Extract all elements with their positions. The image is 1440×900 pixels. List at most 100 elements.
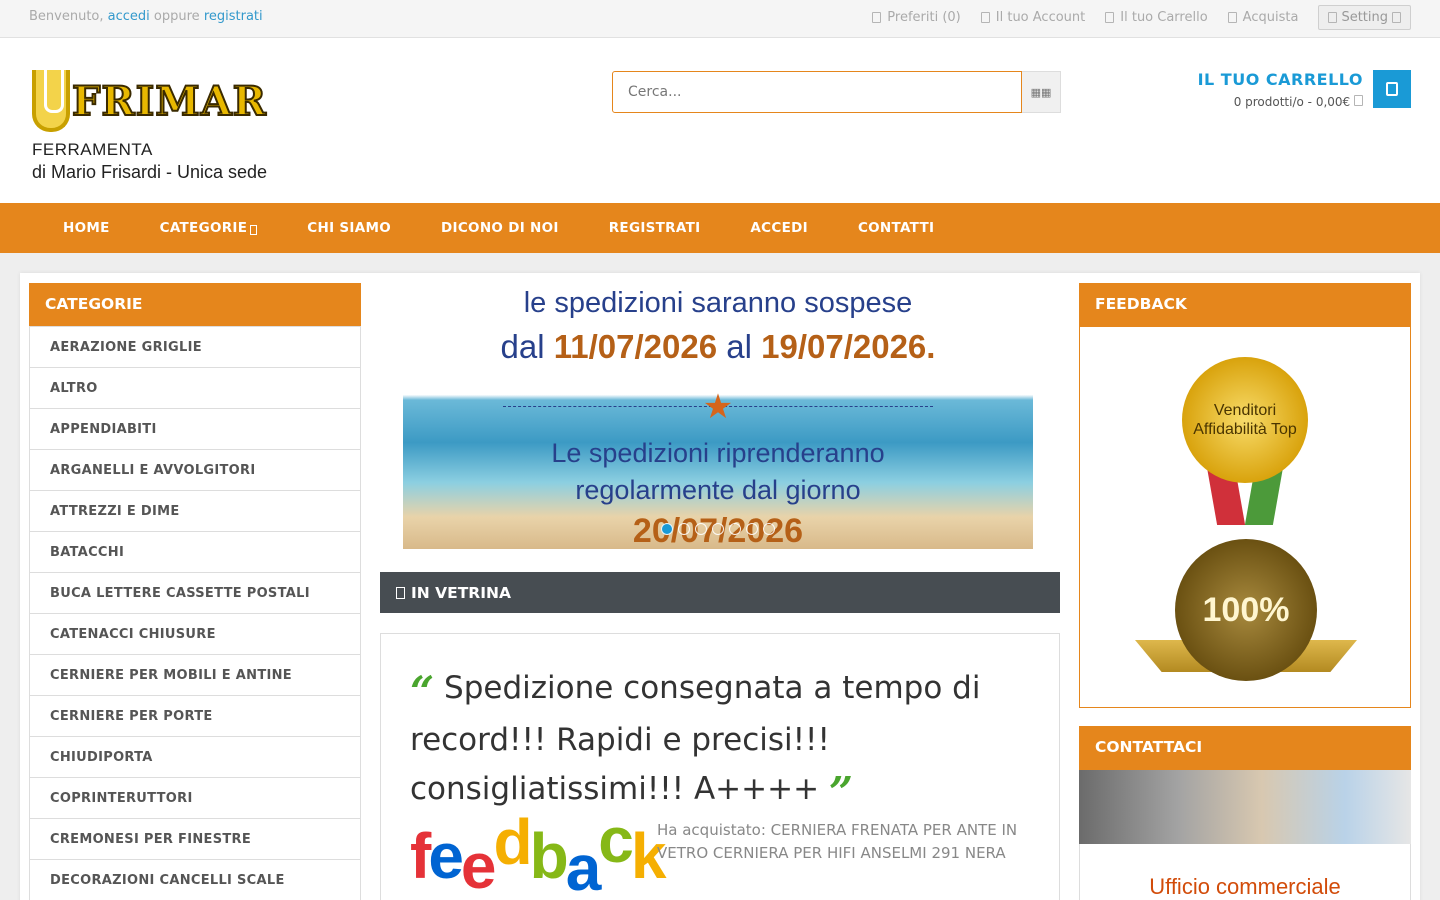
cart-link[interactable]: Il tuo Carrello xyxy=(1105,10,1208,25)
share-icon xyxy=(1227,12,1237,23)
categories-panel: CATEGORIE AERAZIONE GRIGLIE ALTRO APPEND… xyxy=(29,283,361,900)
shopping-cart-icon xyxy=(1386,82,1398,96)
category-item[interactable]: APPENDIABITI xyxy=(30,408,360,449)
slide-dal: dal xyxy=(500,328,545,365)
vetrina-title: IN VETRINA xyxy=(411,583,511,602)
nav-categorie[interactable]: CATEGORIE xyxy=(135,220,283,236)
category-item[interactable]: CREMONESI PER FINESTRE xyxy=(30,818,360,859)
category-item[interactable]: BATACCHI xyxy=(30,531,360,572)
category-item[interactable]: ATTREZZI E DIME xyxy=(30,490,360,531)
slider-dots xyxy=(403,523,1033,535)
slider-dot[interactable] xyxy=(712,523,724,535)
review-card: “ Spedizione consegnata a tempo di recor… xyxy=(380,633,1060,900)
heart-icon xyxy=(872,12,882,23)
logo-key-u-icon xyxy=(32,70,70,132)
header: FRIMAR FERRAMENTA di Mario Frisardi - Un… xyxy=(0,38,1440,203)
nav-categorie-label: CATEGORIE xyxy=(159,220,248,236)
wishlist-link[interactable]: Preferiti (0) xyxy=(872,10,961,25)
logo-brand: FRIMAR xyxy=(71,77,267,126)
contact-image[interactable] xyxy=(1079,770,1411,844)
hero-slider[interactable]: le spedizioni saranno sospese dal 11/07/… xyxy=(403,283,1033,549)
category-item[interactable]: CATENACCI CHIUSURE xyxy=(30,613,360,654)
cart-title: IL TUO CARRELLO xyxy=(1197,70,1363,89)
cart-widget[interactable]: IL TUO CARRELLO 0 prodotti/o - 0,00€ xyxy=(1198,70,1411,109)
logo-line2: di Mario Frisardi - Unica sede xyxy=(32,162,268,182)
main-content: CATEGORIE AERAZIONE GRIGLIE ALTRO APPEND… xyxy=(20,273,1420,900)
category-item[interactable]: AERAZIONE GRIGLIE xyxy=(30,326,360,367)
guarantee-badge-text: 100% xyxy=(1202,590,1290,629)
category-item[interactable]: ARGANELLI E AVVOLGITORI xyxy=(30,449,360,490)
wishlist-label: Preferiti (0) xyxy=(887,10,961,25)
top-bar: Benvenuto, accedi oppure registrati Pref… xyxy=(0,0,1440,38)
slider-dot[interactable] xyxy=(729,523,741,535)
logo-mark: FRIMAR xyxy=(32,68,278,134)
account-label: Il tuo Account xyxy=(995,10,1086,25)
checkout-label: Acquista xyxy=(1242,10,1299,25)
slide-line3: Le spedizioni riprenderanno regolarmente… xyxy=(403,435,1033,509)
login-link[interactable]: accedi xyxy=(108,9,150,24)
nav-dicono-di-noi[interactable]: DICONO DI NOI xyxy=(416,220,584,236)
category-item[interactable]: CERNIERE PER MOBILI E ANTINE xyxy=(30,654,360,695)
slider-dot[interactable] xyxy=(746,523,758,535)
register-link[interactable]: registrati xyxy=(204,9,263,24)
category-item[interactable]: DECORAZIONI CANCELLI SCALE xyxy=(30,859,360,900)
vetrina-header: IN VETRINA xyxy=(380,572,1060,613)
slide-date-from: 11/07/2026 xyxy=(553,328,718,365)
gear-icon xyxy=(1328,12,1338,23)
category-item[interactable]: CHIUDIPORTA xyxy=(30,736,360,777)
top-seller-badge: Venditori Affidabilità Top xyxy=(1182,357,1308,483)
user-icon xyxy=(980,12,990,23)
search-input[interactable] xyxy=(612,71,1022,113)
setting-label: Setting xyxy=(1341,10,1388,25)
bookmark-icon xyxy=(396,586,405,599)
nav-registrati[interactable]: REGISTRATI xyxy=(584,220,726,236)
top-links: Preferiti (0) Il tuo Account Il tuo Carr… xyxy=(872,5,1411,30)
cart-icon xyxy=(1105,12,1115,23)
cart-button[interactable] xyxy=(1373,70,1411,108)
cart-text: IL TUO CARRELLO 0 prodotti/o - 0,00€ xyxy=(1198,70,1363,109)
nav-home[interactable]: HOME xyxy=(38,220,135,236)
nav-accedi[interactable]: ACCEDI xyxy=(725,220,833,236)
categories-title: CATEGORIE xyxy=(29,283,361,326)
review-quote: “ Spedizione consegnata a tempo di recor… xyxy=(410,664,1030,817)
categories-list: AERAZIONE GRIGLIE ALTRO APPENDIABITI ARG… xyxy=(29,326,361,900)
contact-caption: Ufficio commerciale xyxy=(1079,844,1411,900)
setting-button[interactable]: Setting xyxy=(1318,5,1411,30)
caret-down-icon xyxy=(1392,12,1401,23)
checkout-link[interactable]: Acquista xyxy=(1227,10,1299,25)
category-item[interactable]: ALTRO xyxy=(30,367,360,408)
slide-line2: dal 11/07/2026 al 19/07/2026. xyxy=(403,328,1033,366)
cart-summary-text: 0 prodotti/o - 0,00€ xyxy=(1233,95,1351,109)
nav-chi-siamo[interactable]: CHI SIAMO xyxy=(282,220,416,236)
search-button[interactable]: ▦▦ xyxy=(1022,71,1061,113)
search-bar: ▦▦ xyxy=(612,71,1061,113)
slide-line3a: Le spedizioni riprenderanno xyxy=(551,438,885,468)
slide-line3b: regolarmente dal giorno xyxy=(575,475,861,505)
category-item[interactable]: BUCA LETTERE CASSETTE POSTALI xyxy=(30,572,360,613)
welcome-prefix: Benvenuto, xyxy=(29,9,104,24)
slider-dot[interactable] xyxy=(661,523,673,535)
star-icon: ★ xyxy=(702,387,734,427)
category-item[interactable]: CERNIERE PER PORTE xyxy=(30,695,360,736)
slider-dot[interactable] xyxy=(695,523,707,535)
review-purchase: Ha acquistato: CERNIERA FRENATA PER ANTE… xyxy=(657,821,1018,862)
review-text: Spedizione consegnata a tempo di record!… xyxy=(410,670,981,807)
cart-link-label: Il tuo Carrello xyxy=(1120,10,1208,25)
category-item[interactable]: COPRINTERUTTORI xyxy=(30,777,360,818)
caret-down-icon xyxy=(1354,95,1363,106)
nav-contatti[interactable]: CONTATTI xyxy=(833,220,959,236)
guarantee-badge: 100% xyxy=(1175,539,1317,681)
slide-al: al xyxy=(726,328,752,365)
welcome-text: Benvenuto, accedi oppure registrati xyxy=(29,9,263,24)
feedback-body: Venditori Affidabilità Top 100% xyxy=(1079,327,1411,708)
search-icon: ▦▦ xyxy=(1030,85,1052,99)
contact-panel: CONTATTACI Ufficio commerciale xyxy=(1079,726,1411,900)
account-link[interactable]: Il tuo Account xyxy=(980,10,1086,25)
slider-dot[interactable] xyxy=(678,523,690,535)
close-quote-icon: ” xyxy=(828,768,854,817)
slider-dot[interactable] xyxy=(763,523,775,535)
slide-line1: le spedizioni saranno sospese xyxy=(523,287,913,319)
site-logo[interactable]: FRIMAR FERRAMENTA di Mario Frisardi - Un… xyxy=(32,68,282,183)
feedback-panel: FEEDBACK Venditori Affidabilità Top 100% xyxy=(1079,283,1411,708)
caret-down-icon xyxy=(250,225,258,235)
